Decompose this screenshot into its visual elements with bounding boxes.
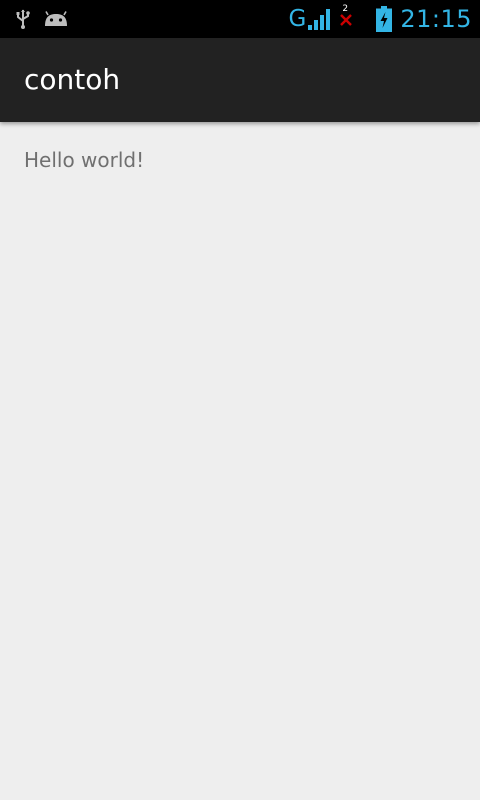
sim2-no-signal: 2 (338, 0, 354, 38)
network-type: G (288, 6, 307, 32)
android-debug-icon (44, 10, 68, 28)
usb-icon (16, 9, 30, 29)
battery-charging-icon (376, 6, 393, 32)
main-content: Hello world! (0, 122, 480, 800)
signal-strength-icon (308, 8, 332, 30)
action-bar: contoh (0, 38, 480, 122)
notification-area (16, 0, 68, 38)
status-bar: G 2 21:15 (0, 0, 480, 38)
status-clock: 21:15 (400, 5, 472, 33)
system-icons: G 2 21:15 (289, 0, 473, 38)
hello-text: Hello world! (24, 148, 145, 172)
no-signal-icon (339, 11, 353, 30)
app-title: contoh (24, 63, 121, 96)
